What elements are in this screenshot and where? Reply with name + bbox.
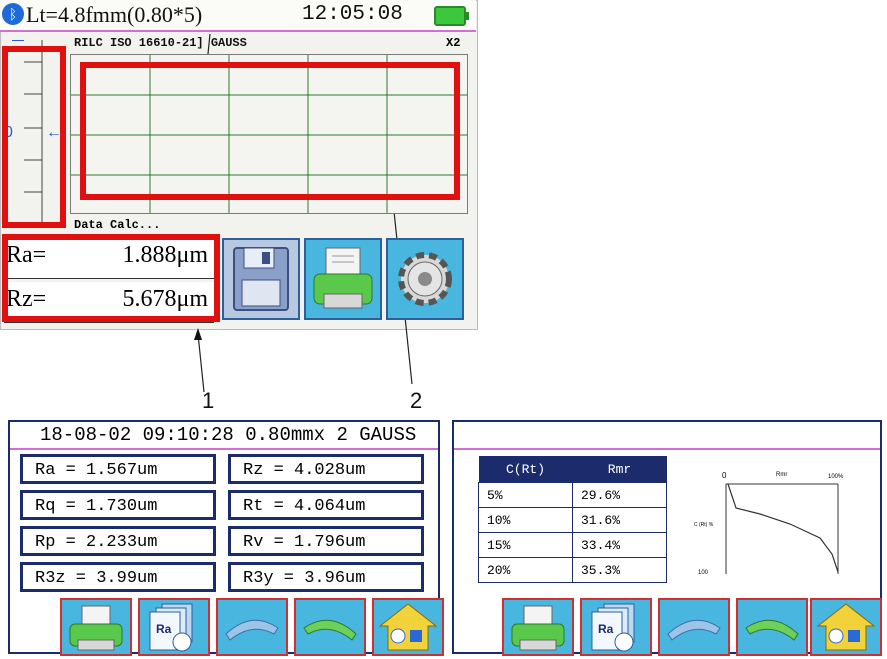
curve-bottom-left: 100 bbox=[698, 570, 709, 576]
bluetooth-icon: ᛒ bbox=[2, 3, 24, 25]
table-cell: 15% bbox=[478, 532, 573, 558]
table-cell: 35.3% bbox=[572, 557, 667, 583]
status-bar: ᛒ Lt=4.8fmm(0.80*5) 12:05:08 bbox=[0, 0, 476, 32]
clock: 12:05:08 bbox=[302, 3, 403, 26]
column-header: Rmr bbox=[572, 456, 667, 483]
table-cell: 5% bbox=[478, 482, 573, 508]
result-ra: Ra = 1.567um bbox=[20, 454, 216, 484]
cutoff-length-text: Lt=4.8fmm(0.80*5) bbox=[26, 2, 203, 27]
home-icon bbox=[378, 603, 438, 651]
next-button[interactable] bbox=[736, 598, 808, 656]
home-button[interactable] bbox=[810, 598, 882, 656]
result-rt: Rt = 4.064um bbox=[228, 490, 424, 520]
home-icon bbox=[816, 603, 876, 651]
highlight-scale bbox=[2, 46, 66, 228]
previous-button[interactable] bbox=[216, 598, 288, 656]
table-row: 10% 31.6% bbox=[478, 507, 667, 533]
result-r3z: R3z = 3.99um bbox=[20, 562, 216, 592]
ra-document-icon bbox=[591, 603, 635, 652]
table-cell: 33.4% bbox=[572, 532, 667, 558]
data-view-button[interactable]: Ra bbox=[138, 598, 210, 656]
previous-button[interactable] bbox=[658, 598, 730, 656]
bearing-curve-chart: 0 Rmr 100% 100 C (Rt) % bbox=[694, 471, 844, 576]
ra-icon-text: Ra bbox=[156, 622, 172, 636]
material-ratio-panel: C(Rt) Rmr 5% 29.6% 10% 31.6% 15% 33.4% 2… bbox=[452, 420, 882, 656]
table-cell: 31.6% bbox=[572, 507, 667, 533]
print-button[interactable] bbox=[502, 598, 574, 656]
data-view-button[interactable]: Ra bbox=[580, 598, 652, 656]
gear-icon bbox=[398, 252, 452, 306]
floppy-disk-icon bbox=[233, 247, 289, 311]
zoom-level: X2 bbox=[446, 36, 461, 50]
ra-document-icon bbox=[149, 603, 193, 652]
highlight-plot bbox=[80, 62, 460, 200]
filter-standard-text: RILC ISO 16610-21] GAUSS bbox=[74, 36, 247, 50]
settings-button[interactable] bbox=[386, 238, 464, 320]
printer-icon bbox=[69, 605, 123, 651]
result-rp: Rp = 2.233um bbox=[20, 526, 216, 556]
table-cell: 29.6% bbox=[572, 482, 667, 508]
result-rv: Rv = 1.796um bbox=[228, 526, 424, 556]
results-header-text: 18-08-02 09:10:28 0.80mmx 2 GAUSS bbox=[40, 424, 417, 446]
result-rz: Rz = 4.028um bbox=[228, 454, 424, 484]
print-button[interactable] bbox=[60, 598, 132, 656]
curve-title: Rmr bbox=[776, 472, 787, 478]
arrow-left-icon bbox=[225, 619, 279, 641]
curve-y-axis-label: C (Rt) % bbox=[694, 522, 714, 528]
table-cell: 10% bbox=[478, 507, 573, 533]
next-button[interactable] bbox=[294, 598, 366, 656]
rmr-table: C(Rt) Rmr 5% 29.6% 10% 31.6% 15% 33.4% 2… bbox=[478, 456, 667, 583]
ra-icon-text: Ra bbox=[598, 622, 614, 636]
measurement-results-panel: 18-08-02 09:10:28 0.80mmx 2 GAUSS Ra = 1… bbox=[8, 420, 444, 656]
home-button[interactable] bbox=[372, 598, 444, 656]
battery-icon bbox=[434, 6, 469, 26]
result-r3y: R3y = 3.96um bbox=[228, 562, 424, 592]
printer-icon bbox=[313, 247, 373, 309]
save-button[interactable] bbox=[222, 238, 300, 320]
result-rq: Rq = 1.730um bbox=[20, 490, 216, 520]
arrow-right-icon bbox=[303, 619, 357, 641]
table-row: 20% 35.3% bbox=[478, 557, 667, 583]
table-row: 5% 29.6% bbox=[478, 482, 667, 508]
print-button[interactable] bbox=[304, 238, 382, 320]
printer-icon bbox=[511, 605, 565, 651]
ratio-header bbox=[454, 422, 880, 450]
curve-top-left: 0 bbox=[722, 471, 727, 480]
curve-top-right: 100% bbox=[828, 474, 844, 480]
table-header-row: C(Rt) Rmr bbox=[478, 456, 667, 483]
highlight-readouts bbox=[2, 234, 220, 322]
table-cell: 20% bbox=[478, 557, 573, 583]
results-header: 18-08-02 09:10:28 0.80mmx 2 GAUSS bbox=[10, 422, 438, 450]
table-row: 15% 33.4% bbox=[478, 532, 667, 558]
arrow-left-icon bbox=[667, 619, 721, 641]
arrow-right-icon bbox=[745, 619, 799, 641]
column-header: C(Rt) bbox=[478, 456, 573, 483]
status-data-calc: Data Calc... bbox=[74, 218, 161, 232]
